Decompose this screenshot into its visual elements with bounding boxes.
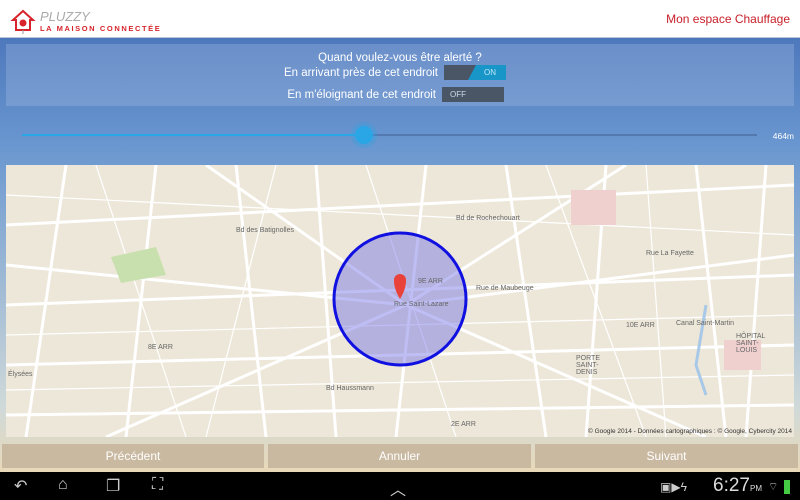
wifi-icon: ⌔ [768,481,779,493]
map-label: Rue Saint-Lazare [394,301,449,308]
map-label: Bd des Batignolles [236,227,294,234]
map-label: Bd de Rochechouart [456,215,520,222]
map-label: Élysées [8,371,33,378]
map-label: Rue La Fayette [646,250,694,257]
home-icon[interactable]: ⌂ [58,476,68,494]
brand-name: PLUZZY [40,9,90,24]
clock-time: 6:27 [713,475,750,496]
toggle-state: OFF [450,90,466,99]
back-icon[interactable]: ↶ [14,476,27,496]
leaving-row: En m'éloignant de cet endroit OFF [287,87,504,102]
system-nav-bar: ↶ ⌂ ❐ ⛶ ︿ ▣▶ϟ 6:27PM ⌔ [0,472,800,500]
map-label: PORTE SAINT-DENIS [576,355,600,376]
app-header: PLUZZY LA MAISON CONNECTÉE Mon espace Ch… [0,0,800,38]
chevron-up-icon[interactable]: ︿ [390,476,406,500]
slider-thumb[interactable] [355,126,373,144]
arriving-label: En arrivant près de cet endroit [283,66,438,79]
clock-ampm: PM [750,484,762,493]
previous-button[interactable]: Précédent [2,444,264,468]
toggle-state: ON [484,68,496,77]
leaving-toggle[interactable]: OFF [442,87,504,102]
cancel-button[interactable]: Annuler [268,444,531,468]
alert-settings-panel: Quand voulez-vous être alerté ? En arriv… [6,44,794,106]
alert-question: Quand voulez-vous être alerté ? [318,52,482,64]
map-view[interactable]: 9E ARR Rue Saint-Lazare 10E ARR 8E ARR C… [6,165,794,437]
screenshot-icon[interactable]: ⛶ [152,476,163,494]
wizard-buttons: Précédent Annuler Suivant [0,444,800,468]
map-label: 10E ARR [626,322,655,329]
map-label: Rue de Maubeuge [476,285,534,292]
map-label: 8E ARR [148,344,173,351]
map-label: 2E ARR [451,421,476,428]
notification-icons: ▣▶ϟ [660,480,687,494]
map-label: Canal Saint-Martin [676,320,734,327]
map-label: HÔPITAL SAINT-LOUIS [736,333,766,354]
leaving-label: En m'éloignant de cet endroit [287,88,436,101]
map-label: 9E ARR [418,278,443,285]
arriving-row: En arrivant près de cet endroit ON [284,65,506,80]
recent-apps-icon[interactable]: ❐ [106,476,120,496]
map-label: Bd Haussmann [326,385,374,392]
arriving-toggle[interactable]: ON [444,65,506,80]
house-logo-icon [10,9,36,34]
map-attribution: © Google 2014 - Données cartographiques … [588,428,792,435]
next-button[interactable]: Suivant [535,444,798,468]
main-area: Quand voulez-vous être alerté ? En arriv… [0,38,800,472]
mon-espace-link[interactable]: Mon espace Chauffage [666,12,790,26]
radius-value: 464m [772,131,794,141]
brand-tagline: LA MAISON CONNECTÉE [40,24,162,33]
clock: 6:27PM [713,475,762,497]
battery-icon [784,480,790,494]
radius-slider[interactable] [22,126,757,144]
